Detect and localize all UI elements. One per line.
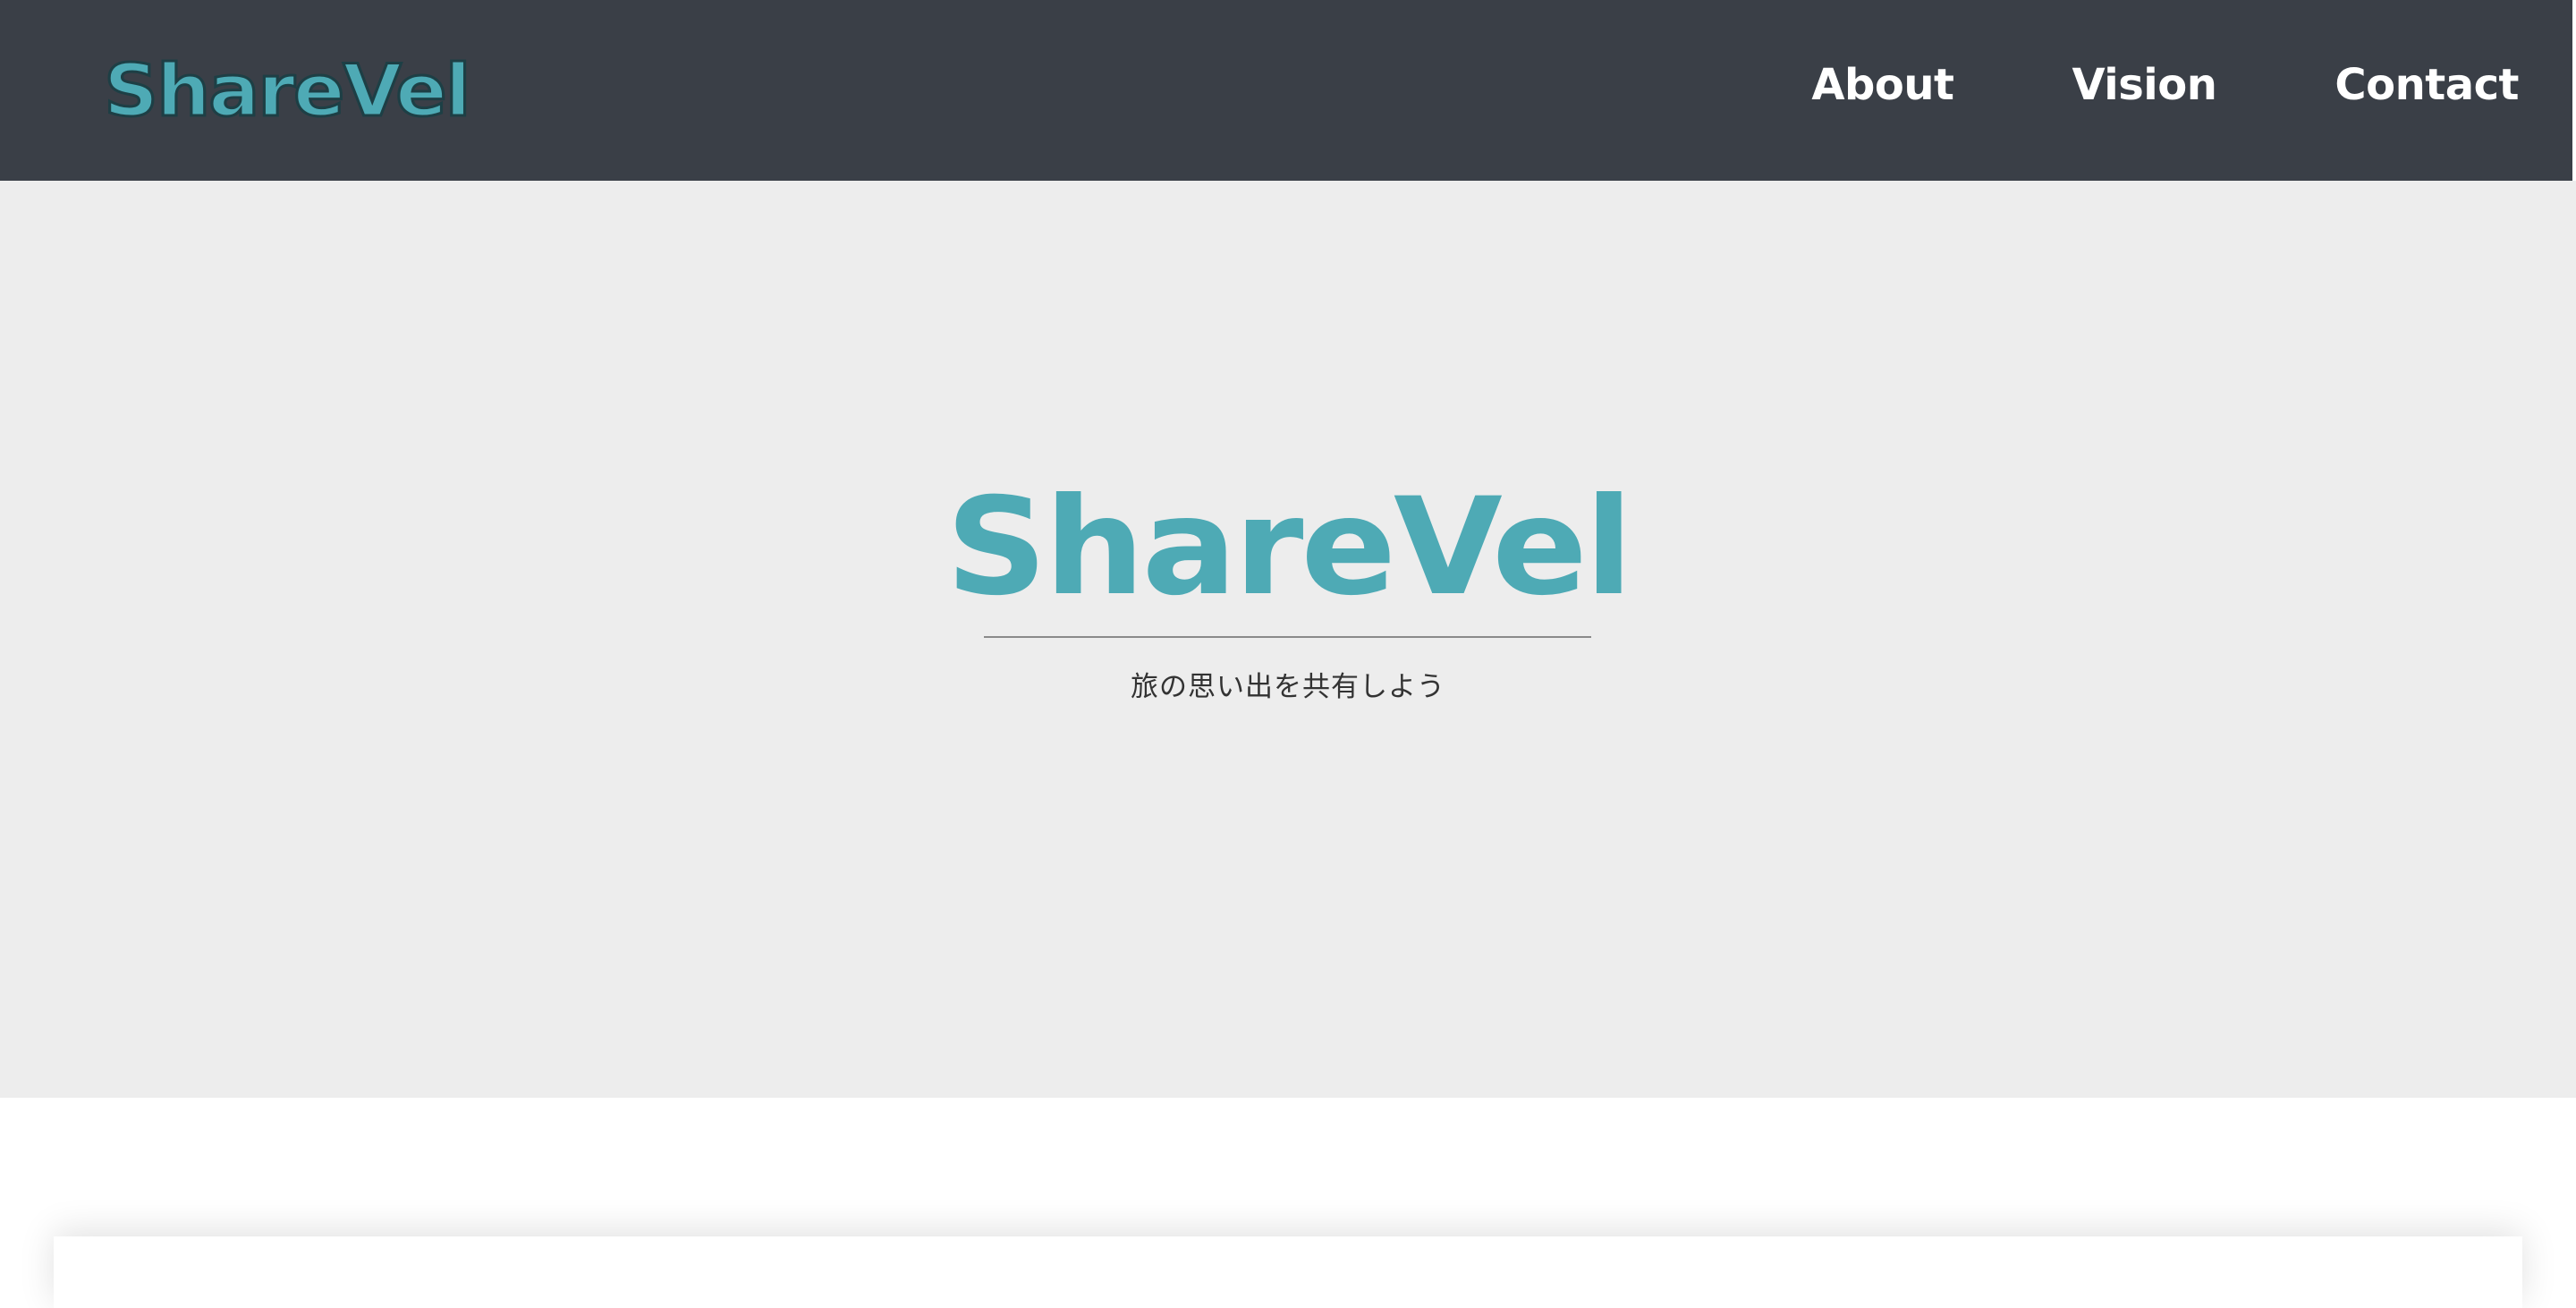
site-header: ShareVel About Vision Contact [0,0,2576,181]
main-nav: About Vision Contact [1811,54,2519,116]
nav-link-contact[interactable]: Contact [2334,54,2519,116]
hero-divider [984,636,1591,638]
nav-link-vision[interactable]: Vision [2072,54,2216,116]
content-card [54,1236,2522,1308]
hero-title: ShareVel [945,470,1632,625]
header-logo[interactable]: ShareVel [102,47,472,136]
hero-section: ShareVel 旅の思い出を共有しよう [0,181,2576,1098]
nav-link-about[interactable]: About [1811,54,1954,116]
hero-tagline: 旅の思い出を共有しよう [1131,671,1445,703]
